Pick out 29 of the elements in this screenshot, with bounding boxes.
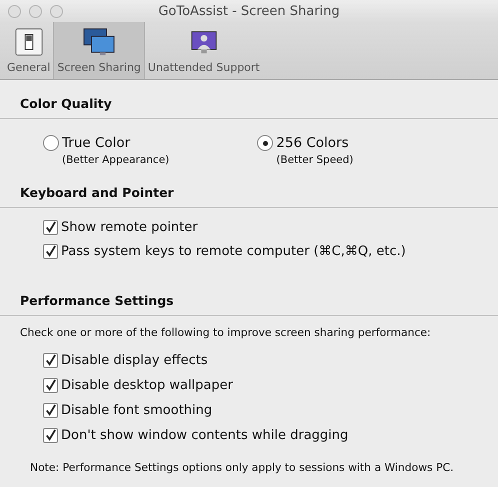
checkbox[interactable]	[43, 220, 58, 235]
radio-button[interactable]	[257, 135, 274, 151]
radio-button[interactable]	[43, 135, 59, 151]
description-text: Check one or more of the following to improve screen sharing performance:	[20, 326, 432, 339]
toolbar-tab[interactable]: Screen Sharing	[53, 22, 145, 79]
checkbox[interactable]	[43, 244, 58, 259]
radio-label[interactable]: True Color	[62, 135, 130, 151]
checkbox[interactable]	[43, 428, 58, 443]
section-heading: Performance Settings	[20, 293, 175, 310]
radio-sublabel: (Better Speed)	[275, 154, 354, 166]
checkbox-label[interactable]: Disable display effects	[61, 353, 208, 368]
section-heading: Color Quality	[20, 96, 113, 113]
checkbox-label[interactable]: Disable font smoothing	[61, 403, 212, 418]
toolbar-tab[interactable]: General	[4, 22, 54, 79]
checkbox[interactable]	[43, 378, 58, 393]
toolbar-tab[interactable]: Unattended Support	[144, 22, 263, 79]
window-title: GoToAssist - Screen Sharing	[158, 4, 340, 18]
checkbox-label[interactable]: Don't show window contents while dragging	[61, 428, 348, 443]
radio-sublabel: (Better Appearance)	[61, 154, 170, 166]
checkbox[interactable]	[43, 353, 58, 368]
checkbox-label[interactable]: Pass system keys to remote computer (⌘C,⌘Q, etc.)	[61, 244, 406, 259]
radio-label[interactable]: 256 Colors	[276, 135, 349, 151]
section-heading: Keyboard and Pointer	[20, 185, 175, 202]
monitors-icon	[82, 27, 116, 57]
switch-icon	[14, 27, 44, 57]
checkbox-label[interactable]: Show remote pointer	[61, 220, 198, 235]
note-text: Note: Performance Settings options only apply to sessions with a Windows PC.	[30, 461, 455, 474]
checkbox-label[interactable]: Disable desktop wallpaper	[61, 378, 233, 393]
checkbox[interactable]	[43, 403, 58, 418]
